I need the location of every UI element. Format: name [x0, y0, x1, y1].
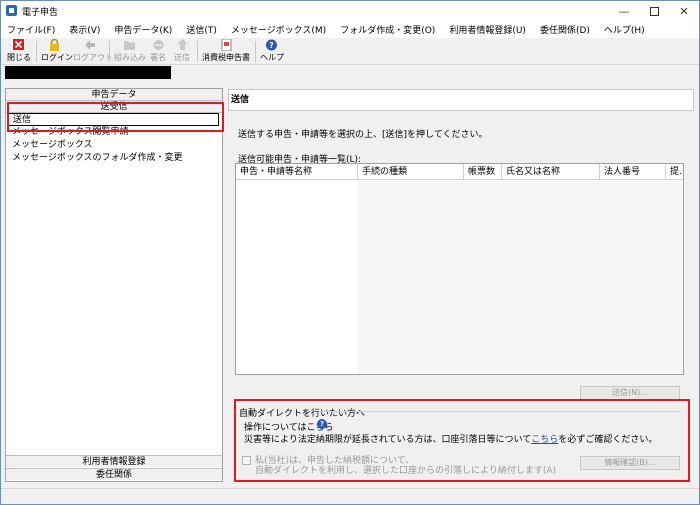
- column-header[interactable]: 氏名又は名称: [502, 164, 600, 180]
- folder-icon: [123, 41, 135, 50]
- consumption-tax-label: 消費税申告書: [202, 53, 250, 62]
- column-header[interactable]: 手続の種類: [358, 164, 464, 180]
- minimize-button[interactable]: —: [609, 1, 639, 21]
- status-bar: [1, 488, 699, 504]
- send-label: 送信: [174, 53, 190, 62]
- login-label: ログイン: [41, 53, 73, 62]
- logout-label: ログアウト: [73, 53, 113, 62]
- lock-icon: [49, 39, 59, 51]
- logout-button[interactable]: ログアウト: [73, 39, 113, 64]
- table-empty-area: [358, 180, 683, 374]
- left-navigation: 申告データ 送受信 送信 メッセージボックス閲覧申請 メッセージボックス メッセ…: [5, 88, 223, 482]
- user-info-header[interactable]: 利用者情報登録: [6, 455, 222, 467]
- close-window-button[interactable]: ✕: [669, 1, 699, 21]
- consumption-tax-button[interactable]: 消費税申告書: [202, 39, 250, 64]
- menu-message-box[interactable]: メッセージボックス(M): [231, 23, 326, 36]
- help-button[interactable]: ? ヘルプ: [260, 39, 284, 64]
- signature-icon: [153, 40, 163, 50]
- column-header[interactable]: 提...: [666, 164, 683, 180]
- column-header[interactable]: 法人番号: [600, 164, 666, 180]
- maximize-button[interactable]: [639, 1, 669, 21]
- send-instruction: 送信する申告・申請等を選択の上、[送信]を押してください。: [238, 130, 488, 140]
- menu-folder[interactable]: フォルダ作成・変更(O): [340, 23, 435, 36]
- menu-view[interactable]: 表示(V): [69, 23, 100, 36]
- close-label: 閉じる: [7, 53, 31, 62]
- toolbar-separator: [255, 41, 256, 62]
- menu-file[interactable]: ファイル(F): [7, 23, 55, 36]
- column-header[interactable]: 申告・申請等名称: [236, 164, 358, 180]
- maximize-icon: [649, 6, 659, 16]
- send-panel-header: 送信: [228, 89, 694, 111]
- nav-item-message-box[interactable]: メッセージボックス: [6, 139, 222, 152]
- menu-user-info[interactable]: 利用者情報登録(U): [449, 23, 526, 36]
- menu-filing-data[interactable]: 申告データ(K): [114, 23, 172, 36]
- highlight-box: [7, 102, 224, 132]
- filing-data-header[interactable]: 申告データ: [6, 89, 222, 101]
- redacted-bar: [5, 66, 171, 79]
- app-window: 電子申告 — ✕ ファイル(F) 表示(V) 申告データ(K) 送信(T) メッ…: [0, 0, 700, 505]
- toolbar-separator: [197, 41, 198, 62]
- close-button[interactable]: 閉じる: [7, 39, 31, 64]
- help-label: ヘルプ: [260, 53, 284, 62]
- send-button[interactable]: 送信(N)...: [580, 386, 680, 400]
- title-bar: 電子申告 — ✕: [1, 1, 699, 21]
- sendable-list-table[interactable]: 申告・申請等名称 手続の種類 帳票数 氏名又は名称 法人番号 提...: [235, 163, 684, 375]
- help-icon: ?: [265, 39, 277, 51]
- menu-delegation[interactable]: 委任関係(D): [540, 23, 590, 36]
- column-header[interactable]: 帳票数: [464, 164, 502, 180]
- send-icon: [176, 39, 188, 50]
- toolbar-separator: [36, 41, 37, 62]
- app-icon: [6, 5, 17, 16]
- highlight-box: [234, 399, 690, 482]
- svg-text:?: ?: [269, 41, 274, 50]
- toolbar-separator: [109, 41, 110, 62]
- arrow-left-icon: [84, 40, 95, 50]
- toolbar: 閉じる ログイン ログアウト 組み込み 署名 送信 消費税申告書 ? ヘルプ: [1, 38, 699, 65]
- login-button[interactable]: ログイン: [41, 39, 73, 64]
- import-button[interactable]: 組み込み: [114, 39, 146, 64]
- document-icon: [221, 39, 231, 51]
- menu-help[interactable]: ヘルプ(H): [604, 23, 645, 36]
- sign-button[interactable]: 署名: [148, 39, 168, 64]
- delegation-header[interactable]: 委任関係: [6, 468, 222, 480]
- nav-item-message-box-folder[interactable]: メッセージボックスのフォルダ作成・変更: [6, 152, 222, 165]
- send-toolbar-button[interactable]: 送信: [172, 39, 192, 64]
- sign-label: 署名: [150, 53, 166, 62]
- import-label: 組み込み: [114, 53, 146, 62]
- menu-send[interactable]: 送信(T): [186, 23, 217, 36]
- table-header: 申告・申請等名称 手続の種類 帳票数 氏名又は名称 法人番号 提...: [236, 164, 683, 180]
- close-icon: [12, 39, 24, 50]
- menu-bar: ファイル(F) 表示(V) 申告データ(K) 送信(T) メッセージボックス(M…: [1, 21, 699, 38]
- window-title: 電子申告: [22, 8, 59, 18]
